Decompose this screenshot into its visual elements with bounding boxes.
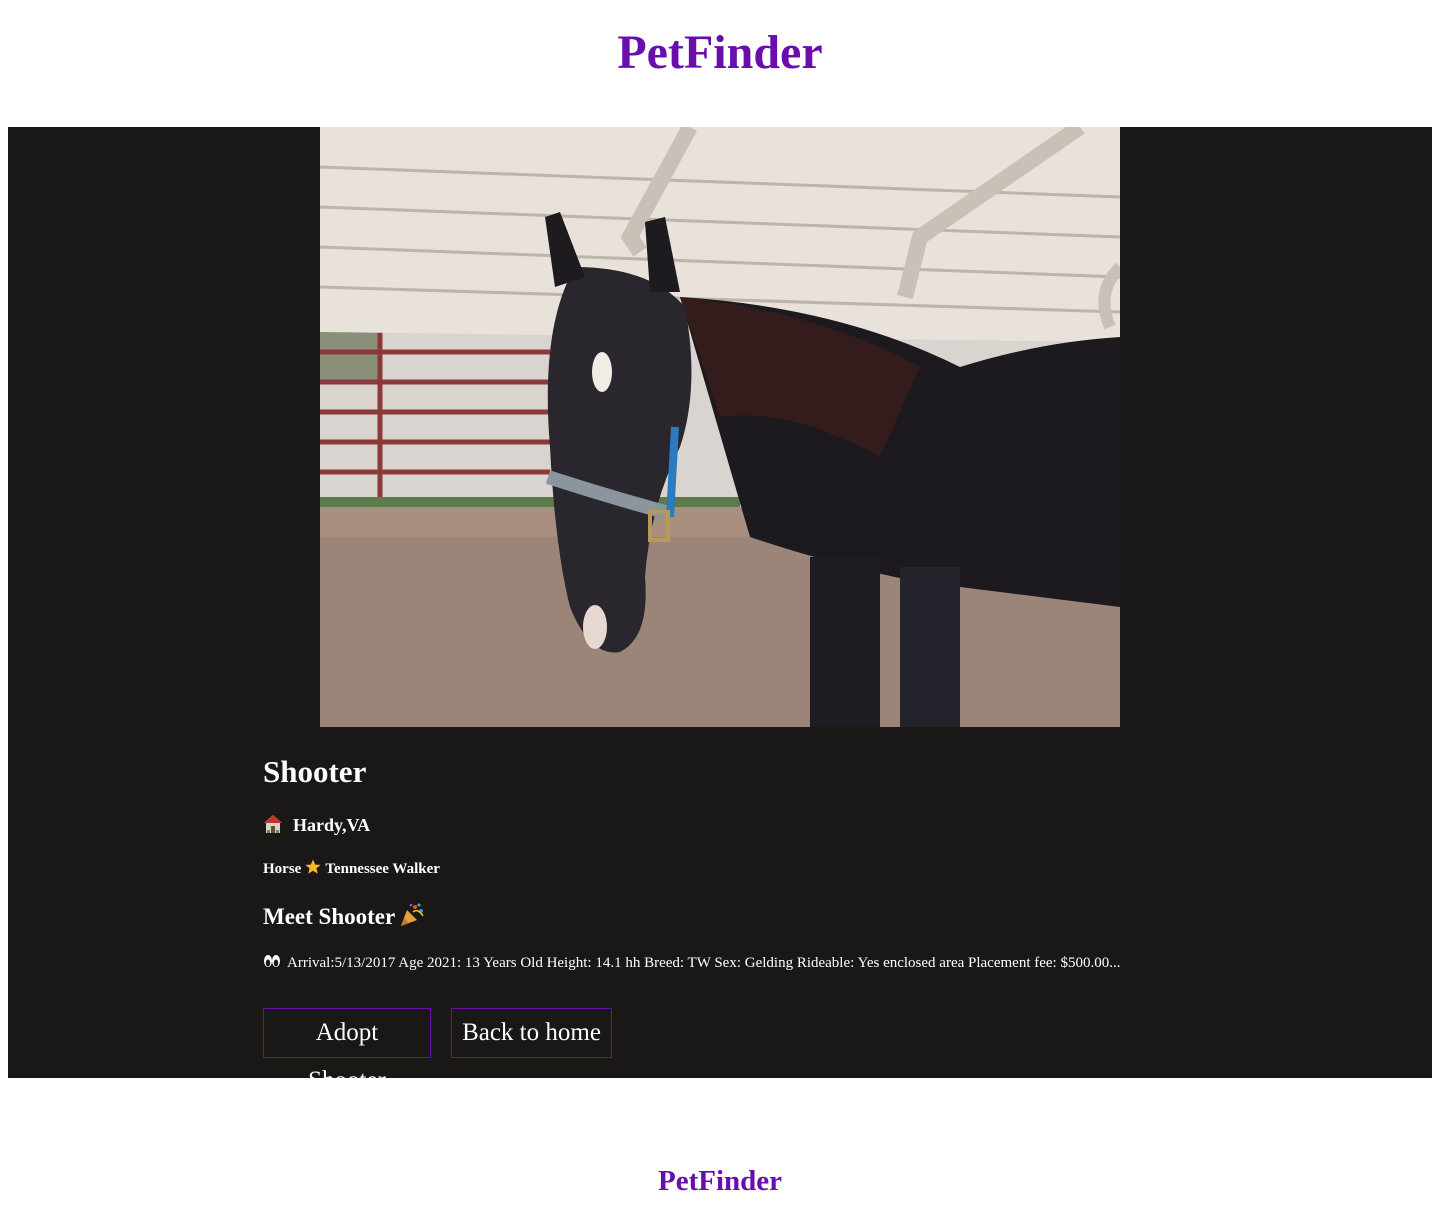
pet-detail-card: Shooter Hardy,VA Horse Tennessee Walker … <box>8 127 1432 1094</box>
party-popper-icon <box>399 902 425 932</box>
pet-location: Hardy,VA <box>263 813 370 837</box>
adopt-button[interactable]: Adopt Shooter <box>263 1008 431 1094</box>
pet-name: Shooter <box>263 754 367 789</box>
pet-species: Horse <box>263 861 302 877</box>
eyes-icon <box>263 954 281 972</box>
back-to-home-button[interactable]: Back to home <box>451 1008 612 1058</box>
site-title: PetFinder <box>617 26 823 79</box>
pet-location-text: Hardy,VA <box>293 815 371 835</box>
footer-title: PetFinder <box>657 1165 782 1197</box>
meet-heading-text: Meet Shooter <box>263 904 396 929</box>
pet-description: Arrival:5/13/2017 Age 2021: 13 Years Old… <box>263 953 1120 973</box>
pet-photo <box>320 127 1120 727</box>
star-icon <box>305 859 321 879</box>
house-icon <box>263 814 283 837</box>
meet-heading: Meet Shooter <box>263 902 425 932</box>
pet-breed-line: Horse Tennessee Walker <box>263 859 440 879</box>
pet-description-text: Arrival:5/13/2017 Age 2021: 13 Years Old… <box>287 955 1121 971</box>
pet-breed: Tennessee Walker <box>325 861 440 877</box>
